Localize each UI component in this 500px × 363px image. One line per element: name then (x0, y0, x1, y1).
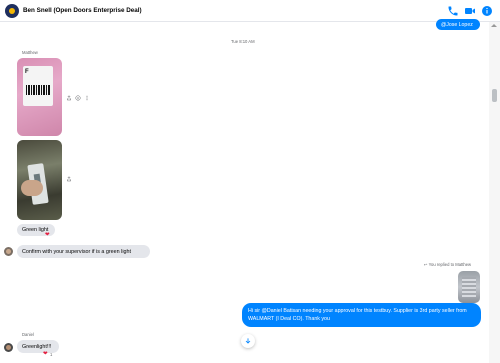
message-actions (66, 95, 90, 101)
reaction-count: 1 (50, 352, 53, 357)
incoming-message-bubble[interactable]: Greenlight!!! (17, 340, 59, 353)
quoted-photo[interactable] (458, 271, 480, 303)
outgoing-message-bubble[interactable]: @Jose Lopez (436, 19, 480, 30)
scrollbar[interactable] (489, 22, 500, 363)
message-timestamp: Tue 8:10 AM (231, 39, 255, 44)
scrollbar-thumb[interactable] (492, 89, 497, 102)
sender-name: Matthew (22, 50, 38, 55)
message-text: @Jose Lopez (441, 21, 473, 28)
shared-photo-product[interactable] (17, 140, 62, 220)
reply-indicator-text: You replied to Matthew (428, 262, 472, 267)
info-icon[interactable] (481, 5, 493, 17)
chat-header: Ben Snell (Open Doors Enterprise Deal) (0, 0, 500, 22)
scroll-up-arrow-icon[interactable] (491, 24, 497, 27)
sender-name: Daniel (22, 332, 34, 337)
message-text: Greenlight!!! (22, 343, 52, 350)
reply-indicator: ↩ You replied to Matthew (424, 262, 471, 267)
incoming-message-bubble[interactable]: Confirm with your supervisor if is a gre… (17, 245, 150, 258)
shared-photo-package-label[interactable]: F (17, 58, 62, 136)
emoji-reaction-icon[interactable] (75, 95, 81, 101)
avatar[interactable] (4, 343, 13, 352)
share-icon[interactable] (66, 95, 72, 101)
avatar[interactable] (4, 247, 13, 256)
chat-title[interactable]: Ben Snell (Open Doors Enterprise Deal) (23, 7, 142, 14)
video-camera-icon[interactable] (464, 5, 476, 17)
phone-icon[interactable] (447, 5, 459, 17)
message-text: Confirm with your supervisor if is a gre… (22, 248, 132, 255)
outgoing-message-bubble[interactable]: Hi sir @Daniel Batisan needing your appr… (242, 303, 481, 327)
scroll-to-bottom-button[interactable] (241, 334, 255, 348)
share-icon[interactable] (66, 176, 72, 182)
message-actions (66, 176, 72, 182)
arrow-down-icon (245, 338, 251, 344)
group-avatar[interactable] (5, 4, 19, 18)
message-text: Hi sir @Daniel Batisan needing your appr… (248, 308, 467, 322)
more-options-icon[interactable] (84, 95, 90, 101)
heart-reaction-icon[interactable]: ❤ (45, 232, 50, 238)
heart-reaction-icon[interactable]: ❤ (43, 351, 48, 357)
